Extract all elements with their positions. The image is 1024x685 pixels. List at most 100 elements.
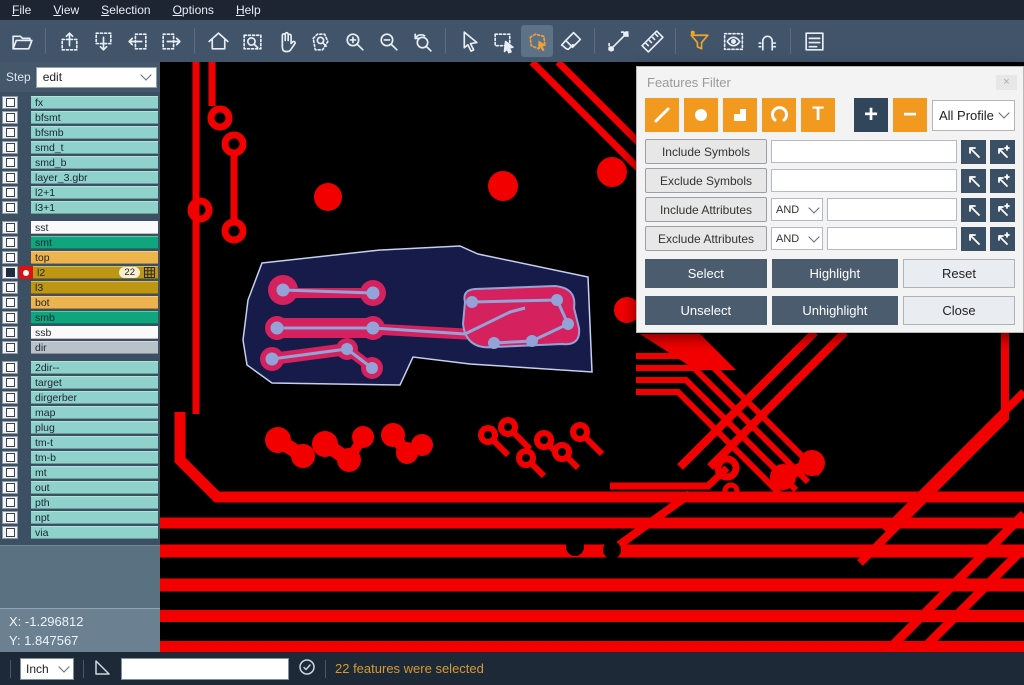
- pick-attribute-icon[interactable]: [961, 198, 986, 222]
- measure-points-icon[interactable]: [602, 25, 634, 57]
- layer-row[interactable]: dir: [0, 340, 160, 355]
- layer-row[interactable]: map: [0, 405, 160, 420]
- include-symbols-button[interactable]: Include Symbols: [645, 139, 767, 164]
- view-options-icon[interactable]: [717, 25, 749, 57]
- exclude-attributes-button[interactable]: Exclude Attributes: [645, 226, 767, 251]
- highlight-button[interactable]: Highlight: [772, 259, 898, 288]
- pan-down-icon[interactable]: [87, 25, 119, 57]
- layer-name[interactable]: bot: [31, 296, 158, 309]
- layer-name[interactable]: l2+1: [31, 186, 158, 199]
- layer-visibility-checkbox[interactable]: [2, 201, 18, 214]
- pan-up-icon[interactable]: [53, 25, 85, 57]
- layer-name[interactable]: bfsmt: [31, 111, 158, 124]
- layer-visibility-checkbox[interactable]: [2, 341, 18, 354]
- layer-visibility-checkbox[interactable]: [2, 126, 18, 139]
- status-check-icon[interactable]: [298, 658, 316, 679]
- exclude-attributes-operator-select[interactable]: AND: [771, 227, 823, 250]
- pick-add-attribute-icon[interactable]: [990, 198, 1015, 222]
- layer-row[interactable]: tm-b: [0, 450, 160, 465]
- layer-visibility-checkbox[interactable]: [2, 511, 18, 524]
- command-input[interactable]: [121, 658, 289, 680]
- layer-row[interactable]: top: [0, 250, 160, 265]
- include-symbols-input[interactable]: [771, 140, 957, 163]
- layer-visibility-checkbox[interactable]: [2, 156, 18, 169]
- step-select[interactable]: edit: [36, 67, 157, 88]
- layer-visibility-checkbox[interactable]: [2, 236, 18, 249]
- menu-selection[interactable]: Selection: [101, 3, 150, 17]
- layer-name[interactable]: dir: [31, 341, 158, 354]
- layer-visibility-checkbox[interactable]: [2, 141, 18, 154]
- pick-symbol-icon[interactable]: [961, 169, 986, 193]
- unselect-button[interactable]: Unselect: [645, 296, 767, 325]
- layer-name[interactable]: layer_3.gbr: [31, 171, 158, 184]
- close-icon[interactable]: ×: [996, 75, 1017, 90]
- layer-name[interactable]: fx: [31, 96, 158, 109]
- zoom-previous-icon[interactable]: [406, 25, 438, 57]
- snap-mode-icon[interactable]: [751, 25, 783, 57]
- surface-feature-button[interactable]: [723, 98, 757, 132]
- layer-name[interactable]: smd_b: [31, 156, 158, 169]
- layer-name[interactable]: target: [31, 376, 158, 389]
- text-feature-button[interactable]: T: [801, 98, 835, 132]
- layer-visibility-checkbox[interactable]: [2, 111, 18, 124]
- exclude-symbols-input[interactable]: [771, 169, 957, 192]
- menu-view[interactable]: View: [53, 3, 79, 17]
- layers-table-icon[interactable]: [798, 25, 830, 57]
- pick-add-attribute-icon[interactable]: [990, 227, 1015, 251]
- layer-row-selected[interactable]: l2 22: [0, 265, 160, 280]
- layer-name[interactable]: plug: [31, 421, 158, 434]
- layer-visibility-checkbox[interactable]: [2, 451, 18, 464]
- layer-visibility-checkbox[interactable]: [2, 481, 18, 494]
- layer-visibility-checkbox[interactable]: [2, 266, 18, 279]
- layer-name[interactable]: top: [31, 251, 158, 264]
- pointer-select-icon[interactable]: [453, 25, 485, 57]
- layer-row[interactable]: smt: [0, 235, 160, 250]
- arc-feature-button[interactable]: [762, 98, 796, 132]
- home-view-icon[interactable]: [202, 25, 234, 57]
- layer-name[interactable]: l2 22: [33, 266, 158, 279]
- layer-name[interactable]: 2dir--: [31, 361, 158, 374]
- zoom-out-icon[interactable]: [372, 25, 404, 57]
- layer-visibility-checkbox[interactable]: [2, 436, 18, 449]
- layer-name[interactable]: npt: [31, 511, 158, 524]
- close-button[interactable]: Close: [903, 296, 1015, 325]
- exclude-attributes-input[interactable]: [827, 227, 957, 250]
- layer-row[interactable]: bot: [0, 295, 160, 310]
- pad-feature-button[interactable]: [684, 98, 718, 132]
- selection-polygon[interactable]: [243, 246, 592, 385]
- layer-row[interactable]: smd_t: [0, 140, 160, 155]
- layer-row[interactable]: via: [0, 525, 160, 540]
- layer-row[interactable]: dirgerber: [0, 390, 160, 405]
- units-select[interactable]: Inch: [20, 658, 74, 680]
- include-attributes-operator-select[interactable]: AND: [771, 198, 823, 221]
- menu-options[interactable]: Options: [173, 3, 214, 17]
- layer-row[interactable]: smb: [0, 310, 160, 325]
- layer-name[interactable]: l3: [31, 281, 158, 294]
- layer-name[interactable]: map: [31, 406, 158, 419]
- remove-filter-button[interactable]: −: [893, 98, 927, 132]
- layer-row[interactable]: bfsmb: [0, 125, 160, 140]
- clear-highlight-icon[interactable]: [555, 25, 587, 57]
- pick-attribute-icon[interactable]: [961, 227, 986, 251]
- pan-left-icon[interactable]: [121, 25, 153, 57]
- angle-measure-icon[interactable]: [93, 658, 112, 680]
- pick-add-symbol-icon[interactable]: [990, 169, 1015, 193]
- zoom-polygon-icon[interactable]: [304, 25, 336, 57]
- layer-row[interactable]: tm-t: [0, 435, 160, 450]
- layer-visibility-checkbox[interactable]: [2, 376, 18, 389]
- zoom-in-icon[interactable]: [338, 25, 370, 57]
- layer-name[interactable]: sst: [31, 221, 158, 234]
- layer-name[interactable]: bfsmb: [31, 126, 158, 139]
- include-attributes-input[interactable]: [827, 198, 957, 221]
- pick-symbol-icon[interactable]: [961, 140, 986, 164]
- line-feature-button[interactable]: [645, 98, 679, 132]
- layer-visibility-checkbox[interactable]: [2, 296, 18, 309]
- pan-right-icon[interactable]: [155, 25, 187, 57]
- layer-row[interactable]: sst: [0, 220, 160, 235]
- layer-visibility-checkbox[interactable]: [2, 251, 18, 264]
- layer-name[interactable]: tm-t: [31, 436, 158, 449]
- menu-file[interactable]: File: [12, 3, 31, 17]
- layer-row[interactable]: fx: [0, 95, 160, 110]
- profile-select[interactable]: All Profile: [932, 100, 1015, 131]
- layer-row[interactable]: plug: [0, 420, 160, 435]
